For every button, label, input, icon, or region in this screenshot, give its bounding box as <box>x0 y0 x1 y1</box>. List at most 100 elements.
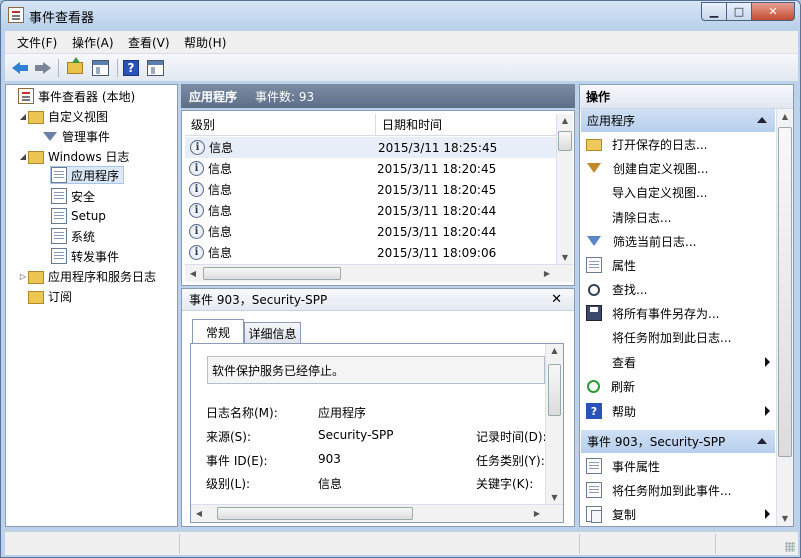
refresh-icon <box>587 380 600 393</box>
menu-view[interactable]: 查看(V) <box>128 34 170 51</box>
tree-item-subscriptions[interactable]: 订阅 <box>18 287 72 305</box>
title-bar[interactable]: 事件查看器 ▁ □ ✕ <box>1 1 800 29</box>
collapse-icon[interactable] <box>757 438 767 444</box>
collapse-triangle-icon[interactable]: ◢ <box>18 152 28 161</box>
action-pane-icon <box>146 60 164 76</box>
actions-header: 操作 <box>580 85 793 109</box>
tree-item-custom-views[interactable]: ◢ 自定义视图 <box>18 107 108 125</box>
action-clear-log[interactable]: 清除日志... <box>586 206 774 228</box>
action-help[interactable]: ? 帮助 <box>586 400 774 422</box>
scroll-up-icon[interactable]: ▲ <box>777 112 793 121</box>
column-level[interactable]: 级别 <box>185 114 376 136</box>
tree-item-application[interactable]: 应用程序 <box>50 166 125 184</box>
save-icon <box>586 305 602 321</box>
action-group-application[interactable]: 应用程序 <box>581 109 775 132</box>
action-properties[interactable]: 属性 <box>586 254 774 276</box>
tree-item-security[interactable]: 安全 <box>51 187 95 205</box>
collapse-icon[interactable] <box>757 117 767 123</box>
status-divider <box>715 534 716 554</box>
action-attach-task-to-event[interactable]: 将任务附加到此事件... <box>586 479 774 501</box>
toolbar-separator <box>117 59 118 77</box>
scroll-up-icon[interactable]: ▲ <box>546 346 563 355</box>
prop-label: 记录时间(D): <box>476 430 547 444</box>
menu-action[interactable]: 操作(A) <box>72 34 114 51</box>
show-hide-tree-button[interactable] <box>89 59 111 77</box>
scroll-thumb[interactable] <box>548 364 561 416</box>
log-icon <box>51 188 67 204</box>
log-icon <box>51 228 67 244</box>
back-button[interactable] <box>11 59 29 77</box>
detail-header: 事件 903，Security-SPP ✕ <box>182 289 574 311</box>
detail-horizontal-scrollbar[interactable]: ◀ ▶ <box>191 504 563 522</box>
filter-icon <box>587 163 601 173</box>
scroll-down-icon[interactable]: ▼ <box>557 253 573 262</box>
prop-label: 来源(S): <box>206 430 252 444</box>
forward-button[interactable] <box>34 59 52 77</box>
tree-item-app-service-logs[interactable]: ▷ 应用程序和服务日志 <box>18 267 156 285</box>
scroll-thumb[interactable] <box>203 267 341 280</box>
action-import-custom-view[interactable]: 导入自定义视图... <box>586 181 774 203</box>
help-icon: ? <box>123 60 139 76</box>
event-list-horizontal-scrollbar[interactable]: ◀ ▶ <box>185 264 573 282</box>
event-list-vertical-scrollbar[interactable]: ▲ ▼ <box>556 114 573 264</box>
submenu-arrow-icon <box>765 406 770 416</box>
action-group-event[interactable]: 事件 903，Security-SPP <box>581 430 775 453</box>
scroll-thumb[interactable] <box>217 507 413 520</box>
tab-details[interactable]: 详细信息 <box>244 322 301 344</box>
action-find[interactable]: 查找... <box>586 278 774 300</box>
event-row[interactable]: i 信息 2015/3/11 18:20:44 <box>185 200 557 221</box>
close-icon[interactable]: ✕ <box>551 292 562 307</box>
action-refresh[interactable]: 刷新 <box>586 375 774 397</box>
information-icon: i <box>189 245 204 260</box>
column-date-time[interactable]: 日期和时间 <box>376 114 556 136</box>
up-level-button[interactable] <box>66 57 84 77</box>
tab-general[interactable]: 常规 <box>192 319 244 344</box>
scroll-left-icon[interactable]: ◀ <box>187 269 199 278</box>
tree-item-root[interactable]: 事件查看器 (本地) <box>8 87 135 105</box>
action-create-custom-view[interactable]: 创建自定义视图... <box>586 157 774 179</box>
tree-item-setup[interactable]: Setup <box>51 207 106 225</box>
menu-file[interactable]: 文件(F) <box>17 34 57 51</box>
tree-item-windows-logs[interactable]: ◢ Windows 日志 <box>18 147 129 165</box>
open-folder-icon <box>586 139 602 151</box>
resize-grip[interactable] <box>785 542 795 552</box>
action-view[interactable]: 查看 <box>586 351 774 373</box>
event-row[interactable]: i 信息 2015/3/11 18:25:45 <box>185 137 557 158</box>
submenu-arrow-icon <box>765 509 770 519</box>
scroll-right-icon[interactable]: ▶ <box>541 269 553 278</box>
event-row[interactable]: i 信息 2015/3/11 18:20:45 <box>185 158 557 179</box>
maximize-button[interactable]: □ <box>727 2 752 21</box>
information-icon: i <box>189 182 204 197</box>
event-row[interactable]: i 信息 2015/3/11 18:20:44 <box>185 221 557 242</box>
scroll-thumb[interactable] <box>558 131 572 151</box>
event-row[interactable]: i 信息 2015/3/11 18:20:45 <box>185 179 557 200</box>
action-open-saved-log[interactable]: 打开保存的日志... <box>586 133 774 155</box>
action-event-properties[interactable]: 事件属性 <box>586 455 774 477</box>
folder-up-icon <box>67 57 83 74</box>
event-row[interactable]: i 信息 2015/3/11 18:09:06 <box>185 242 557 263</box>
expand-triangle-icon[interactable]: ▷ <box>18 272 28 281</box>
properties-icon <box>586 257 602 273</box>
minimize-button[interactable]: ▁ <box>701 2 727 21</box>
scroll-left-icon[interactable]: ◀ <box>193 509 205 518</box>
tree-item-system[interactable]: 系统 <box>51 227 95 245</box>
action-filter-current-log[interactable]: 筛选当前日志... <box>586 230 774 252</box>
tree-item-forwarded-events[interactable]: 转发事件 <box>51 247 119 265</box>
show-hide-action-pane-button[interactable] <box>144 59 166 77</box>
collapse-triangle-icon[interactable]: ◢ <box>18 112 28 121</box>
back-arrow-icon <box>12 61 28 75</box>
action-attach-task-to-log[interactable]: 将任务附加到此日志... <box>586 326 774 348</box>
detail-vertical-scrollbar[interactable]: ▲ ▼ <box>545 344 563 504</box>
scroll-up-icon[interactable]: ▲ <box>557 116 573 125</box>
scroll-right-icon[interactable]: ▶ <box>531 509 543 518</box>
scroll-down-icon[interactable]: ▼ <box>546 493 563 502</box>
tree-item-admin-events[interactable]: 管理事件 <box>42 127 110 145</box>
menu-help[interactable]: 帮助(H) <box>184 34 226 51</box>
scroll-down-icon[interactable]: ▼ <box>777 514 793 523</box>
scroll-thumb[interactable] <box>778 127 792 457</box>
actions-vertical-scrollbar[interactable]: ▲ ▼ <box>776 109 793 526</box>
close-button[interactable]: ✕ <box>752 2 795 21</box>
action-copy[interactable]: 复制 <box>586 503 774 525</box>
help-button[interactable]: ? <box>122 59 140 77</box>
action-save-all-events[interactable]: 将所有事件另存为... <box>586 302 774 324</box>
